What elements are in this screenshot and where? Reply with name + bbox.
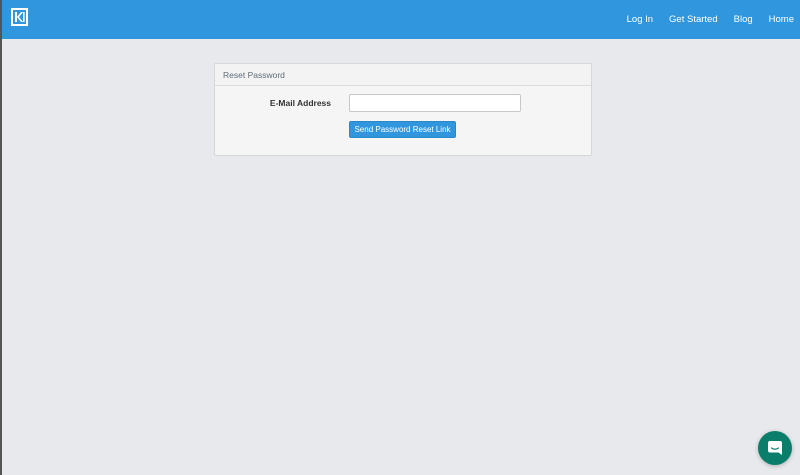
brand-logo-icon[interactable] [11, 8, 28, 26]
nav-links: Log In Get Started Blog Home [611, 0, 794, 39]
reset-password-panel: Reset Password E-Mail Address Send Passw… [214, 63, 592, 156]
page-background: Log In Get Started Blog Home Reset Passw… [0, 0, 800, 475]
email-label: E-Mail Address [269, 98, 331, 108]
send-reset-link-button[interactable]: Send Password Reset Link [349, 121, 456, 138]
email-form-row: E-Mail Address [215, 94, 591, 112]
email-input[interactable] [349, 94, 521, 112]
nav-link-home[interactable]: Home [769, 14, 794, 25]
chat-launcher-button[interactable] [758, 431, 792, 465]
chat-bubble-icon [768, 441, 782, 455]
top-navbar: Log In Get Started Blog Home [2, 0, 800, 39]
nav-link-log-in[interactable]: Log In [627, 14, 653, 25]
nav-link-get-started[interactable]: Get Started [669, 14, 718, 25]
nav-link-blog[interactable]: Blog [734, 14, 753, 25]
panel-heading: Reset Password [215, 64, 591, 86]
